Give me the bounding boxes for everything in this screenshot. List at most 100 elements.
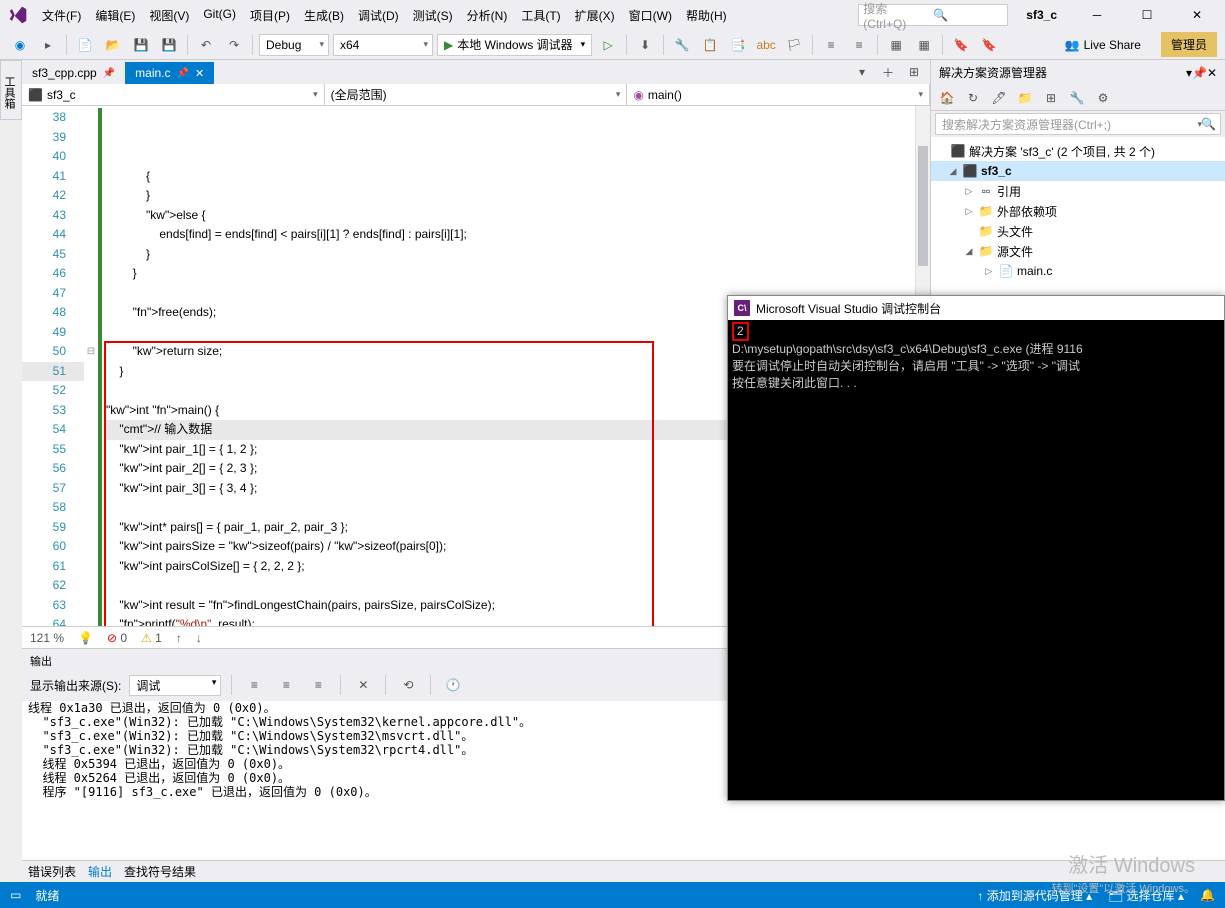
liveshare-icon: 👥 (1065, 38, 1080, 52)
nav-fwd-button[interactable]: ▸ (36, 33, 60, 57)
main-menu: 文件(F)编辑(E)视图(V)Git(G)项目(P)生成(B)调试(D)测试(S… (36, 3, 733, 28)
menu-扩展(X)[interactable]: 扩展(X) (569, 3, 621, 28)
pin-icon[interactable]: 📌 (103, 68, 115, 79)
status-ready: 就绪 (35, 887, 59, 904)
liveshare-button[interactable]: 👥Live Share (1057, 38, 1149, 52)
tb-indent2[interactable]: ≡ (847, 33, 871, 57)
toolbar: ◉ ▸ 📄 📂 💾 💾 ↶ ↷ Debug x64 ▶本地 Windows 调试… (0, 30, 1225, 60)
minimize-button[interactable]: ─ (1077, 0, 1117, 30)
output-src-dropdown[interactable]: 调试 (129, 675, 221, 696)
warning-count[interactable]: 1 (141, 631, 162, 645)
sln-btn4[interactable]: 📁 (1013, 86, 1037, 110)
tb-btn5[interactable]: abc (754, 33, 778, 57)
tree-project[interactable]: ◢⬛sf3_c (931, 161, 1225, 181)
tab-main-c[interactable]: main.c📌✕ (125, 62, 214, 84)
menu-视图(V)[interactable]: 视图(V) (143, 3, 195, 28)
start-debug-button[interactable]: ▶本地 Windows 调试器▾ (437, 34, 592, 56)
zoom-level[interactable]: 121 % (30, 631, 64, 645)
open-button[interactable]: 📂 (101, 33, 125, 57)
select-repo[interactable]: 🗂 选择仓库 ▴ (1108, 887, 1184, 904)
close-button[interactable]: ✕ (1177, 0, 1217, 30)
tree-src[interactable]: ◢📁源文件 (931, 241, 1225, 261)
tree-refs[interactable]: ▷▫▫引用 (931, 181, 1225, 201)
down-arrow-icon[interactable]: ↓ (196, 631, 202, 645)
start-nodbg-button[interactable]: ▷ (596, 33, 620, 57)
saveall-button[interactable]: 💾 (157, 33, 181, 57)
out-wrap[interactable]: ⟲ (396, 673, 420, 697)
sln-btn6[interactable]: 🔧 (1065, 86, 1089, 110)
nav-scope[interactable]: (全局范围) (325, 84, 628, 105)
out-btn3[interactable]: ≡ (306, 673, 330, 697)
panel-pin-icon[interactable]: 📌 (1192, 66, 1207, 80)
panel-close-icon[interactable]: ✕ (1207, 66, 1217, 80)
menu-分析(N)[interactable]: 分析(N) (461, 3, 514, 28)
menu-帮助(H)[interactable]: 帮助(H) (680, 3, 733, 28)
solution-search[interactable]: 搜索解决方案资源管理器(Ctrl+;)🔍 (935, 113, 1221, 135)
scroll-thumb[interactable] (918, 146, 928, 266)
tb-indent1[interactable]: ≡ (819, 33, 843, 57)
new-button[interactable]: 📄 (73, 33, 97, 57)
tb-btn3[interactable]: 📋 (698, 33, 722, 57)
tab-split[interactable]: ⊞ (902, 60, 926, 84)
out-clear[interactable]: ✕ (351, 673, 375, 697)
menu-项目(P)[interactable]: 项目(P) (244, 3, 296, 28)
menu-文件(F)[interactable]: 文件(F) (36, 3, 87, 28)
error-count[interactable]: 0 (107, 631, 127, 645)
tb-btn4[interactable]: 📑 (726, 33, 750, 57)
tab-errorlist[interactable]: 错误列表 (28, 863, 76, 880)
up-arrow-icon[interactable]: ↑ (176, 631, 182, 645)
nav-func[interactable]: ◉main() (627, 84, 930, 105)
nav-back-button[interactable]: ◉ (8, 33, 32, 57)
out-time[interactable]: 🕐 (441, 673, 465, 697)
tab-add[interactable]: ＋ (876, 60, 900, 84)
config-dropdown[interactable]: Debug (259, 34, 329, 56)
tb-cmt2[interactable]: ▦ (912, 33, 936, 57)
tb-bm[interactable]: 🔖 (949, 33, 973, 57)
panel-title: 解决方案资源管理器 ▾ 📌 ✕ (931, 60, 1225, 85)
menu-Git(G)[interactable]: Git(G) (197, 3, 242, 28)
sln-btn3[interactable]: 🖊 (987, 86, 1011, 110)
tb-btn2[interactable]: 🔧 (670, 33, 694, 57)
tb-btn1[interactable]: ⬇ (633, 33, 657, 57)
menu-测试(S)[interactable]: 测试(S) (407, 3, 459, 28)
maximize-button[interactable]: ☐ (1127, 0, 1167, 30)
save-button[interactable]: 💾 (129, 33, 153, 57)
platform-dropdown[interactable]: x64 (333, 34, 433, 56)
nav-project[interactable]: ⬛sf3_c (22, 84, 325, 105)
tab-output[interactable]: 输出 (88, 863, 112, 880)
console-titlebar[interactable]: C\ Microsoft Visual Studio 调试控制台 (728, 296, 1224, 320)
menu-调试(D)[interactable]: 调试(D) (352, 3, 405, 28)
menu-编辑(E)[interactable]: 编辑(E) (89, 3, 141, 28)
add-to-sourcecontrol[interactable]: ↑ 添加到源代码管理 ▴ (977, 887, 1092, 904)
sln-btn5[interactable]: ⊞ (1039, 86, 1063, 110)
menu-生成(B)[interactable]: 生成(B) (298, 3, 350, 28)
toolbox-tab[interactable]: 工具箱 (0, 60, 22, 120)
light-bulb-icon[interactable]: 💡 (78, 631, 93, 645)
sln-home[interactable]: 🏠 (935, 86, 959, 110)
sln-btn7[interactable]: ⚙ (1091, 86, 1115, 110)
menu-窗口(W)[interactable]: 窗口(W) (623, 3, 678, 28)
sln-btn2[interactable]: ↻ (961, 86, 985, 110)
menu-工具(T)[interactable]: 工具(T) (515, 3, 566, 28)
tree-file-mainc[interactable]: ▷📄main.c (931, 261, 1225, 281)
tree-root[interactable]: ⬛解决方案 'sf3_c' (2 个项目, 共 2 个) (931, 141, 1225, 161)
tb-cmt1[interactable]: ▦ (884, 33, 908, 57)
tab-sf3-cpp[interactable]: sf3_cpp.cpp📌 (22, 62, 125, 84)
tb-bm2[interactable]: 🔖 (977, 33, 1001, 57)
tb-btn6[interactable]: 🏳 (782, 33, 806, 57)
output-src-label: 显示输出来源(S): (30, 677, 121, 694)
search-box[interactable]: 搜索 (Ctrl+Q) 🔍 (858, 4, 1008, 26)
undo-button[interactable]: ↶ (194, 33, 218, 57)
out-btn2[interactable]: ≡ (274, 673, 298, 697)
bell-icon[interactable]: 🔔 (1200, 888, 1215, 902)
tree-ext[interactable]: ▷📁外部依赖项 (931, 201, 1225, 221)
console-result: 2 (732, 322, 749, 341)
close-icon[interactable]: ✕ (195, 67, 204, 80)
tab-dropdown[interactable]: ▾ (850, 60, 874, 84)
out-btn1[interactable]: ≡ (242, 673, 266, 697)
redo-button[interactable]: ↷ (222, 33, 246, 57)
tree-hdr[interactable]: 📁头文件 (931, 221, 1225, 241)
tab-findsymbol[interactable]: 查找符号结果 (124, 863, 196, 880)
pin-icon[interactable]: 📌 (177, 68, 189, 79)
editor-tabs: sf3_cpp.cpp📌 main.c📌✕ ▾＋⊞ (22, 60, 930, 84)
